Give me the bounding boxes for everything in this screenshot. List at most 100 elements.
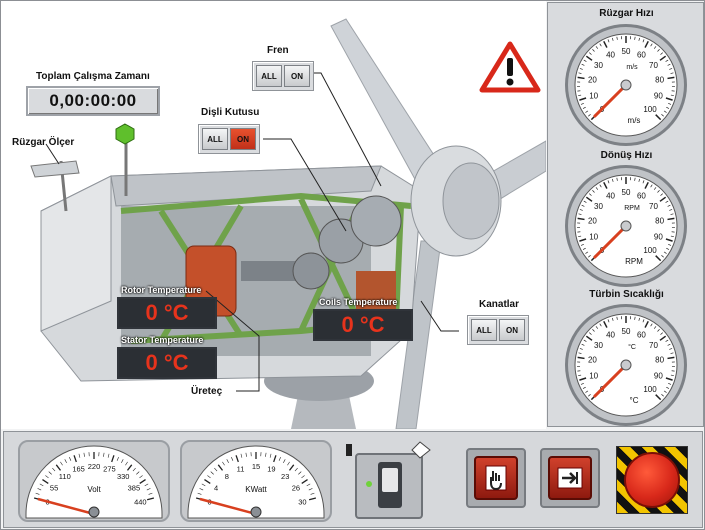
turbine-temp-gauge-title: Türbin Sıcaklığı: [589, 289, 664, 300]
wind-speed-gauge-title: Rüzgar Hızı: [599, 8, 654, 19]
meter-tick-label: 440: [134, 498, 147, 507]
gauge-unit-top: RPM: [624, 205, 640, 212]
rotation-speed-gauge: 0102030405060708090100RPMRPM: [565, 165, 687, 287]
exit-button[interactable]: [540, 448, 600, 508]
kwatt-meter: 048111519232630KWatt: [187, 445, 325, 519]
gauges-panel: Rüzgar Hızı 0102030405060708090100m/sm/s…: [547, 2, 704, 427]
turbine-temp-gauge: 0102030405060708090100°C°C: [565, 304, 687, 426]
gauge-unit-bottom: m/s: [628, 116, 641, 125]
gauge-tick-label: 60: [637, 331, 646, 340]
runtime-value: 0,00:00:00: [49, 91, 137, 110]
meter-tick-label: 15: [252, 462, 260, 471]
gauge-unit-top: m/s: [626, 64, 638, 71]
blades-on-button[interactable]: ON: [499, 319, 525, 341]
emergency-stop-button[interactable]: [616, 446, 688, 514]
coils-temp-label: Coils Temperature: [319, 297, 398, 307]
gearbox-on-button[interactable]: ON: [230, 128, 256, 150]
wind-meter-label: Rüzgar Ölçer: [12, 137, 75, 148]
gauge-tick-label: 50: [622, 327, 631, 336]
gauge-tick-label: 100: [643, 105, 657, 114]
brake-all-button[interactable]: ALL: [256, 65, 282, 87]
gauge-tick-label: 90: [654, 233, 663, 242]
hand-press-icon: [485, 465, 507, 491]
emergency-stop-icon: [624, 452, 680, 508]
gauge-tick-label: 40: [606, 331, 615, 340]
gauge-tick-label: 100: [643, 246, 657, 255]
meter-tick-label: 8: [225, 472, 229, 481]
manual-button[interactable]: [466, 448, 526, 508]
gauge-tick-label: 100: [643, 385, 657, 394]
stator-temp-value: 0 °C: [119, 349, 215, 377]
gauge-tick-label: 20: [588, 76, 597, 85]
gauge-tick-label: 30: [594, 61, 603, 70]
coils-temp-value: 0 °C: [315, 311, 411, 339]
volt-meter-box: 055110165220275330385440Volt: [18, 440, 170, 522]
gauge-tick-label: 30: [594, 202, 603, 211]
brake-buttons: ALL ON: [252, 61, 314, 91]
gauge-tick-label: 90: [654, 372, 663, 381]
warning-icon: [479, 41, 541, 93]
gauge-tick-label: 20: [588, 217, 597, 226]
gauge-tick-label: 90: [654, 92, 663, 101]
rotation-speed-gauge-title: Dönüş Hızı: [600, 150, 653, 161]
generator-label: Üreteç: [191, 386, 223, 397]
brake-label: Fren: [267, 45, 289, 56]
rotor-temp-value: 0 °C: [119, 299, 215, 327]
gauge-tick-label: 40: [606, 192, 615, 201]
gauge-tick-label: 70: [649, 341, 658, 350]
meter-tick-label: 26: [292, 483, 300, 492]
gauge-tick-label: 50: [622, 47, 631, 56]
gauge-tick-label: 40: [606, 51, 615, 60]
stator-temp-readout: Stator Temperature 0 °C: [117, 335, 217, 379]
blades-label: Kanatlar: [479, 299, 520, 310]
meter-tick-label: 55: [50, 483, 58, 492]
gauge-tick-label: 10: [589, 233, 598, 242]
gauge-tick-label: 30: [594, 341, 603, 350]
gauge-unit-top: °C: [628, 343, 636, 351]
volt-meter: 055110165220275330385440Volt: [25, 445, 163, 519]
rotor-temp-readout: Rotor Temperature 0 °C: [117, 285, 217, 329]
gauge-tick-label: 60: [637, 192, 646, 201]
blades-all-button[interactable]: ALL: [471, 319, 497, 341]
gearbox-all-button[interactable]: ALL: [202, 128, 228, 150]
gauge-tick-label: 10: [589, 92, 598, 101]
meter-tick-label: 385: [128, 483, 141, 492]
gauge-tick-label: 70: [649, 61, 658, 70]
control-panel: 055110165220275330385440Volt 04811151923…: [3, 431, 703, 528]
wind-speed-gauge: 0102030405060708090100m/sm/s: [565, 24, 687, 146]
coils-temp-readout: Coils Temperature 0 °C: [313, 297, 413, 341]
meter-tick-label: 110: [59, 472, 71, 481]
gauge-tick-label: 50: [622, 188, 631, 197]
status-led-icon: [115, 123, 135, 145]
meter-tick-label: 30: [298, 498, 306, 507]
gauge-tick-label: 20: [588, 356, 597, 365]
gearbox-buttons: ALL ON: [198, 124, 260, 154]
meter-tick-label: 4: [214, 483, 218, 492]
gauge-tick-label: 60: [637, 51, 646, 60]
gauge-unit-bottom: °C: [630, 396, 639, 405]
gauge-tick-label: 70: [649, 202, 658, 211]
meter-tick-label: 11: [237, 465, 245, 474]
gauge-tick-label: 10: [589, 372, 598, 381]
arrow-exit-icon: [557, 467, 583, 489]
gauge-tick-label: 80: [655, 76, 664, 85]
hand-toggle-switch-icon[interactable]: [342, 440, 434, 524]
turbine-monitor-window: Toplam Çalışma Zamanı 0,00:00:00 Rüzgar …: [0, 0, 705, 530]
gauge-unit-bottom: RPM: [625, 257, 643, 266]
kwatt-meter-box: 048111519232630KWatt: [180, 440, 332, 522]
meter-unit: Volt: [87, 485, 101, 494]
meter-tick-label: 275: [103, 465, 116, 474]
meter-tick-label: 165: [72, 465, 85, 474]
brake-on-button[interactable]: ON: [284, 65, 310, 87]
meter-tick-label: 330: [117, 472, 130, 481]
gauge-tick-label: 80: [655, 356, 664, 365]
turbine-scene: Toplam Çalışma Zamanı 0,00:00:00 Rüzgar …: [1, 1, 546, 429]
meter-unit: KWatt: [245, 485, 267, 494]
meter-tick-label: 220: [88, 462, 101, 471]
meter-tick-label: 23: [281, 472, 289, 481]
runtime-label: Toplam Çalışma Zamanı: [36, 71, 150, 82]
stator-temp-label: Stator Temperature: [121, 335, 204, 345]
rotor-temp-label: Rotor Temperature: [121, 285, 202, 295]
meter-tick-label: 19: [267, 465, 275, 474]
blades-buttons: ALL ON: [467, 315, 529, 345]
